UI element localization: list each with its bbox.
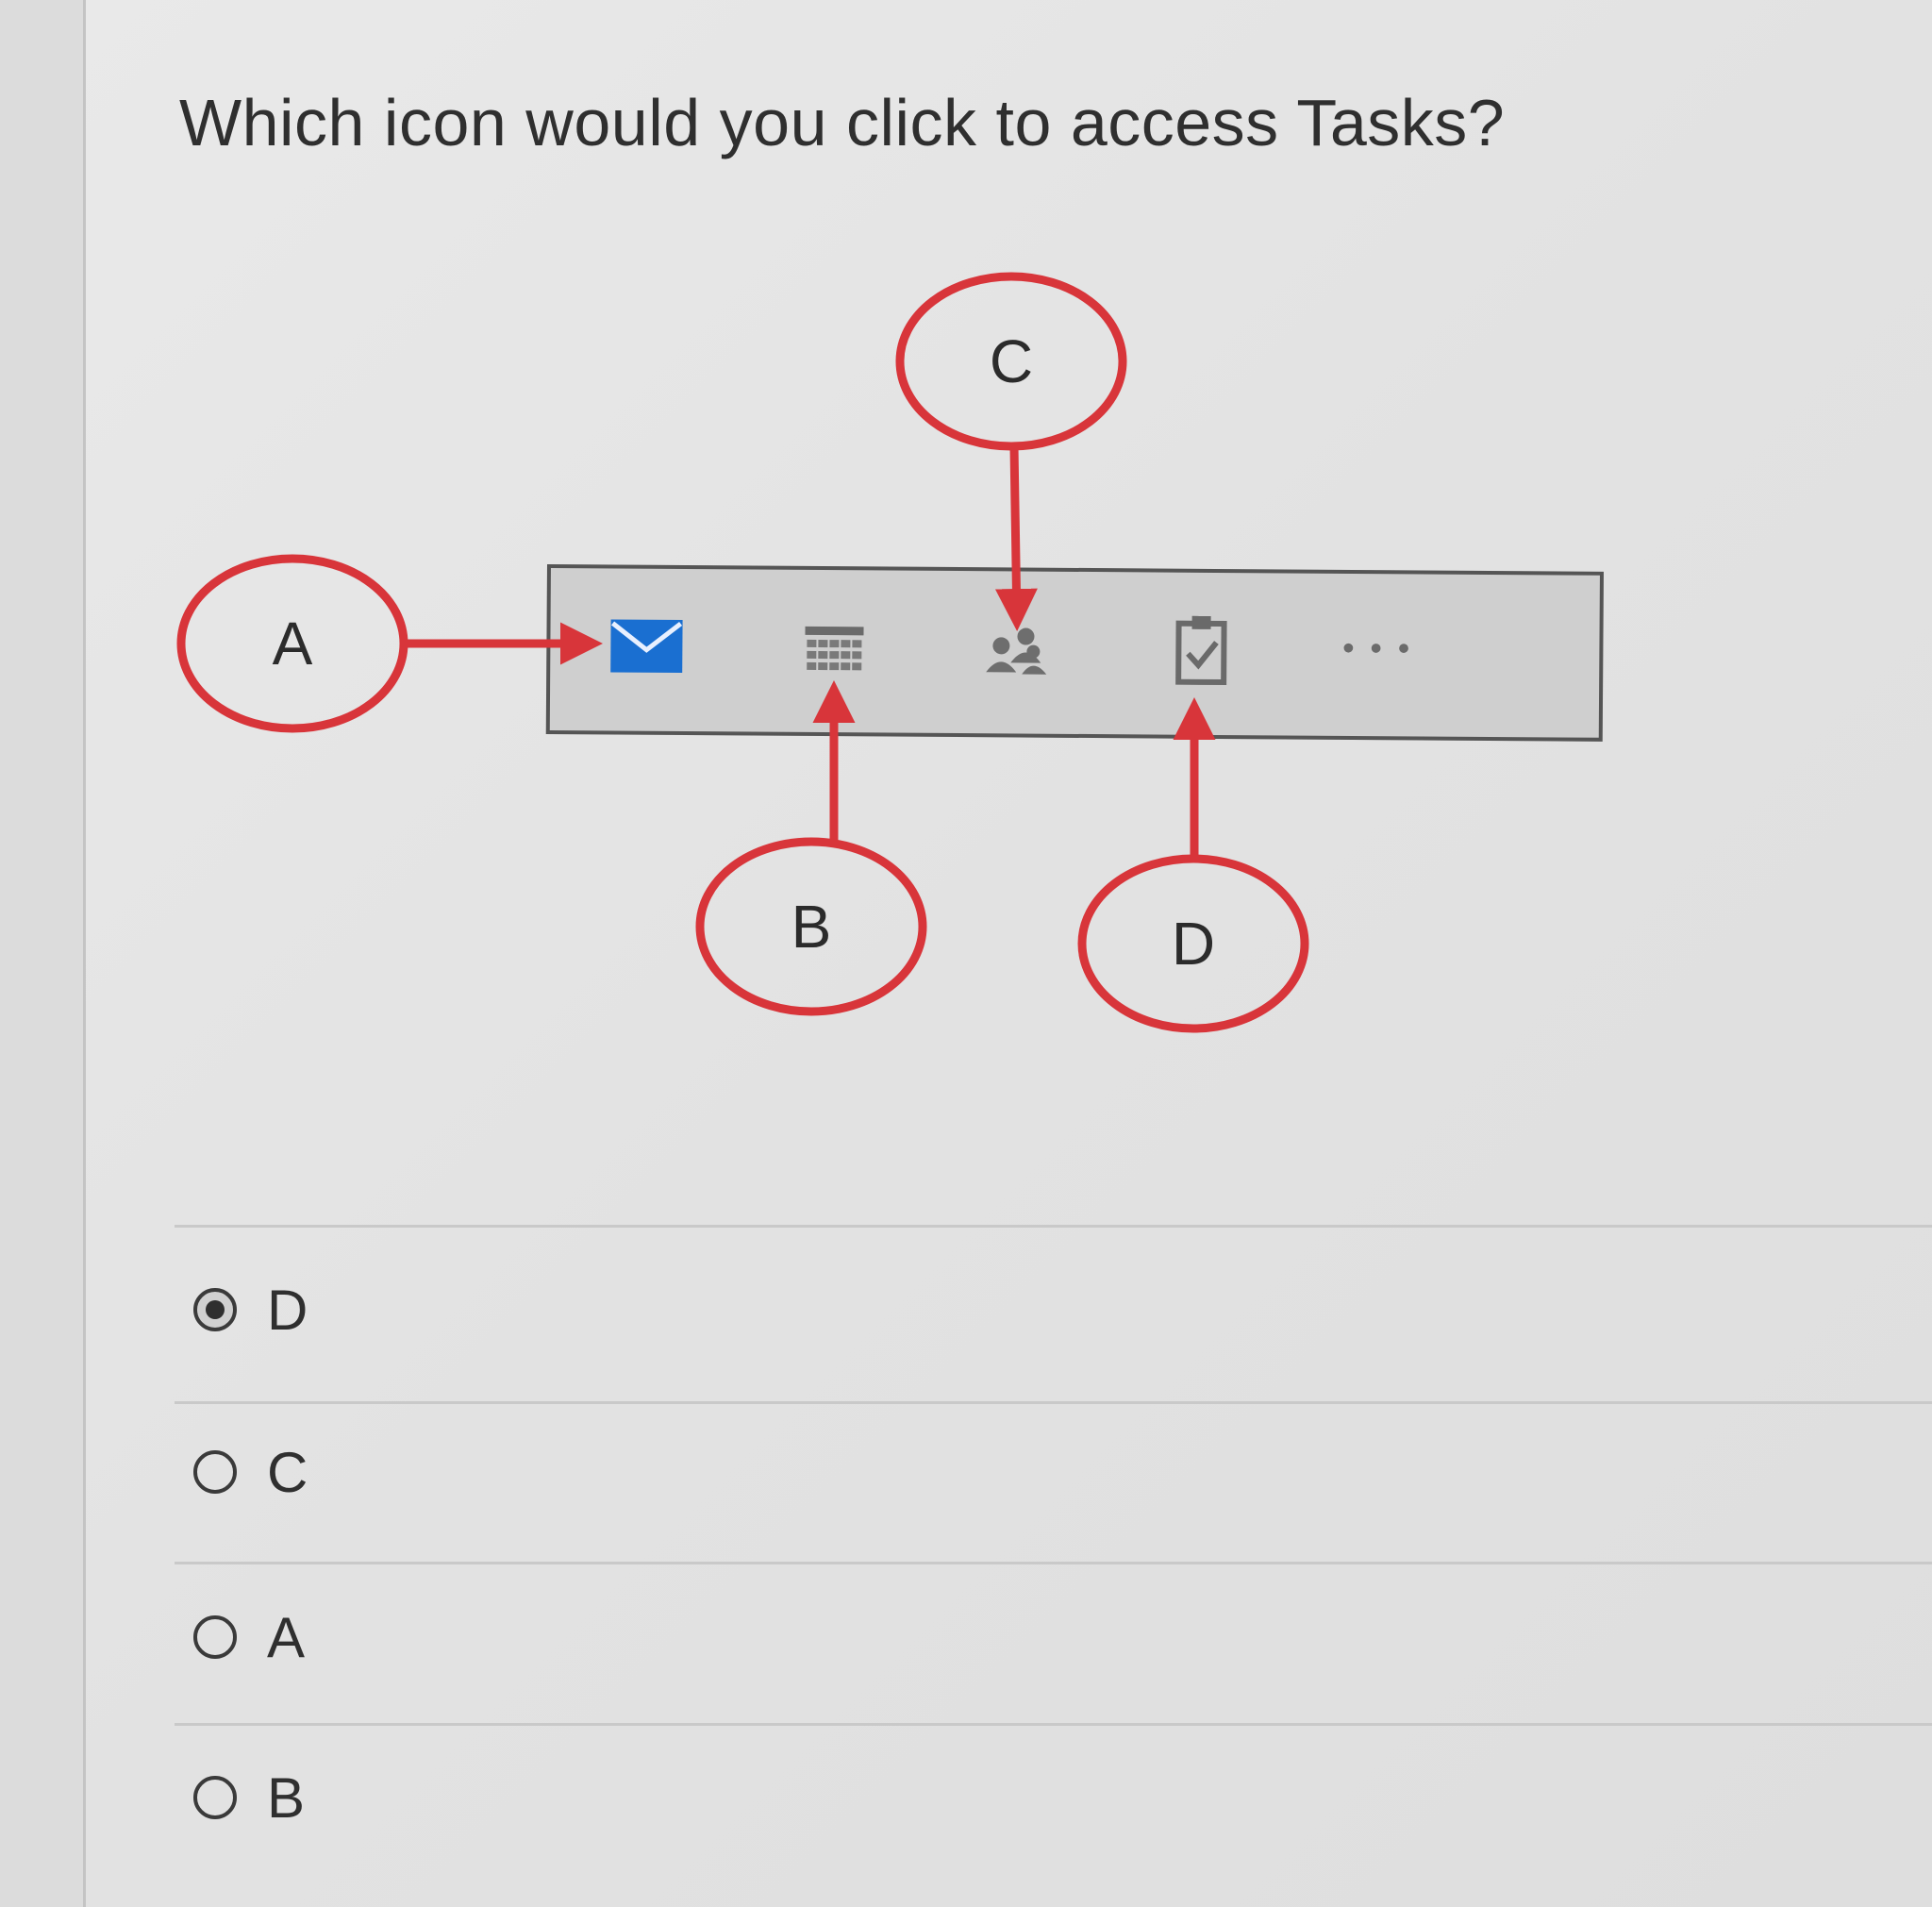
option-label: C — [267, 1440, 308, 1504]
divider — [175, 1225, 1932, 1228]
callout-overlay — [176, 272, 1309, 1033]
callout-b-label: B — [791, 893, 832, 961]
option-label: D — [267, 1278, 308, 1342]
callout-c-label: C — [989, 327, 1034, 395]
option-c[interactable]: C — [193, 1434, 308, 1510]
radio-button[interactable] — [193, 1776, 237, 1819]
option-d[interactable]: D — [193, 1272, 308, 1347]
divider — [175, 1401, 1932, 1404]
toolbar-diagram: • • • A B C D — [0, 0, 1932, 1085]
callout-a-label: A — [272, 610, 313, 677]
callout-d-label: D — [1171, 910, 1216, 978]
radio-button[interactable] — [193, 1615, 237, 1659]
divider — [175, 1562, 1932, 1564]
radio-button[interactable] — [193, 1288, 237, 1331]
radio-button[interactable] — [193, 1450, 237, 1494]
option-b[interactable]: B — [193, 1760, 305, 1835]
option-label: B — [267, 1765, 306, 1830]
option-label: A — [267, 1605, 306, 1669]
option-a[interactable]: A — [193, 1599, 305, 1675]
divider — [175, 1723, 1932, 1726]
